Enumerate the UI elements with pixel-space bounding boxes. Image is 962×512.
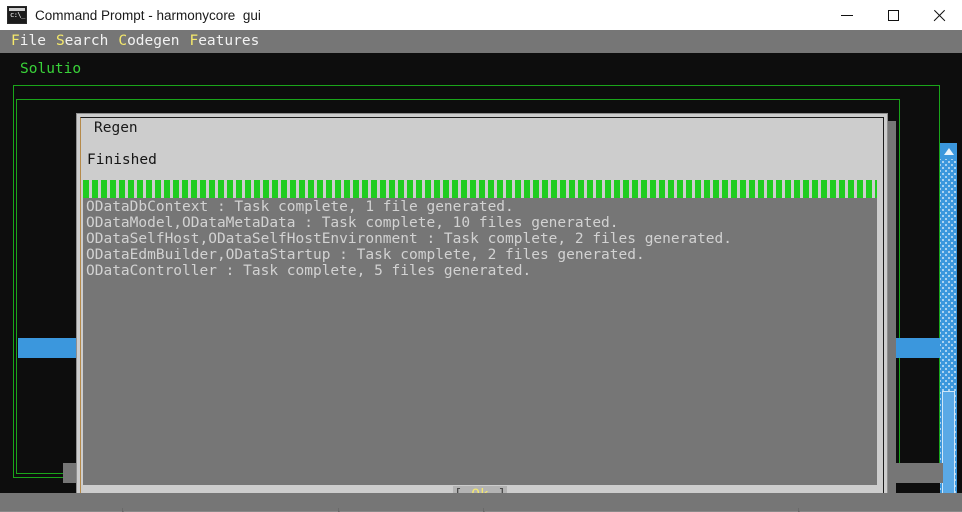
taskbar xyxy=(0,493,962,512)
window-controls xyxy=(824,0,962,30)
menu-item-features[interactable]: Features xyxy=(189,30,259,53)
close-button[interactable] xyxy=(916,0,962,30)
taskbar-divider xyxy=(798,508,799,512)
menubar: File Search Codegen Features xyxy=(0,30,962,53)
menu-item-codegen-hotkey: C xyxy=(118,33,128,49)
dialog-log-output[interactable]: ODataDbContext : Task complete, 1 file g… xyxy=(83,198,877,485)
menu-item-search[interactable]: Search xyxy=(56,30,108,53)
taskbar-divider xyxy=(483,508,484,512)
window-titlebar: Command Prompt - harmonycore gui xyxy=(0,0,962,31)
dialog-button-bar: [ Ok ] xyxy=(83,485,877,493)
app-root: Command Prompt - harmonycore gui File Se… xyxy=(0,0,962,512)
regen-dialog: Regen Finished ODataDbContext : Task com… xyxy=(76,113,888,493)
log-line: ODataEdmBuilder,ODataStartup : Task comp… xyxy=(86,247,645,263)
menu-item-search-label: earch xyxy=(64,33,109,49)
menu-item-file-hotkey: F xyxy=(11,33,20,49)
menu-item-file[interactable]: File xyxy=(11,30,46,53)
close-icon xyxy=(933,9,946,22)
minimize-button[interactable] xyxy=(824,0,870,30)
progress-bar xyxy=(83,180,877,198)
console-icon xyxy=(7,6,27,24)
log-line: ODataController : Task complete, 5 files… xyxy=(86,263,532,279)
menu-item-features-hotkey: F xyxy=(189,33,199,49)
dialog-legend-gap xyxy=(85,118,875,123)
dialog-title: Regen xyxy=(90,120,144,136)
log-line: ODataDbContext : Task complete, 1 file g… xyxy=(86,199,514,215)
terminal-surface: Solutio Enable sproc routing- Regen Fini… xyxy=(0,53,962,493)
scrollbar-track[interactable] xyxy=(940,159,957,493)
log-line: ODataSelfHost,ODataSelfHostEnvironment :… xyxy=(86,231,733,247)
tui-scrollbar[interactable] xyxy=(940,143,957,493)
taskbar-divider xyxy=(122,508,123,512)
maximize-icon xyxy=(887,9,899,21)
menu-item-codegen[interactable]: Codegen xyxy=(118,30,179,53)
scroll-up-arrow-icon[interactable] xyxy=(940,143,957,159)
maximize-button[interactable] xyxy=(870,0,916,30)
menu-item-features-label: eatures xyxy=(198,33,260,49)
window-title: Command Prompt - harmonycore gui xyxy=(35,7,261,23)
ok-button[interactable]: [ Ok ] xyxy=(452,486,508,493)
dialog-inner-frame: Regen Finished ODataDbContext : Task com… xyxy=(80,117,884,493)
tui-panel-title: Solutio xyxy=(20,61,82,77)
minimize-icon xyxy=(841,14,853,16)
scrollbar-thumb[interactable] xyxy=(942,391,955,493)
menu-item-file-label: ile xyxy=(19,33,46,49)
menu-item-codegen-label: odegen xyxy=(127,33,180,49)
taskbar-divider xyxy=(338,508,339,512)
log-line: ODataModel,ODataMetaData : Task complete… xyxy=(86,215,619,231)
dialog-status-text: Finished xyxy=(87,152,157,168)
menu-item-search-hotkey: S xyxy=(55,33,65,49)
